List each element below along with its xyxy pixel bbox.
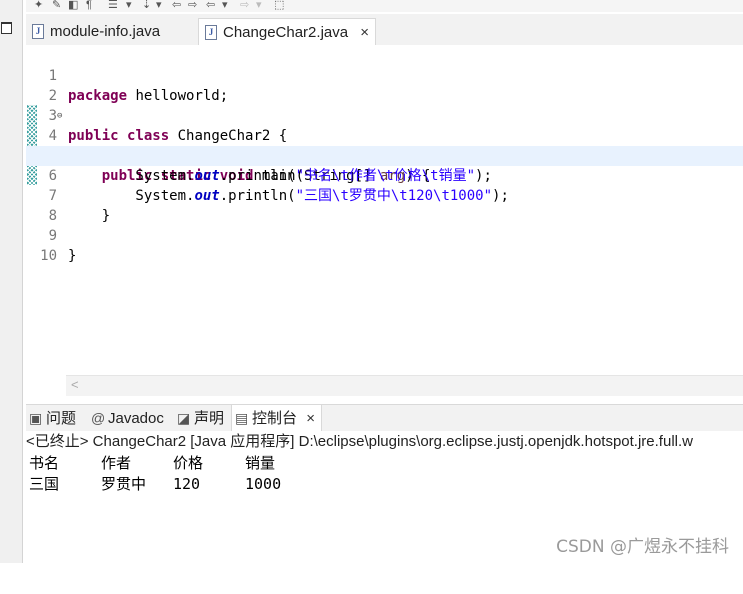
bookmark-icon[interactable]: ◧ bbox=[68, 0, 78, 11]
dropdown-icon[interactable]: ▾ bbox=[156, 0, 162, 11]
tab-label: module-info.java bbox=[50, 23, 161, 40]
close-icon[interactable]: × bbox=[306, 405, 315, 432]
code-line-4: 4 ⊖ public static void main(String[] arg… bbox=[26, 106, 743, 184]
tab-problems[interactable]: ▣ 问题 bbox=[26, 405, 84, 432]
scroll-left-icon[interactable]: < bbox=[71, 377, 79, 392]
code-line-6: 6 System.out.println("三国\t罗贯中\t120\t1000… bbox=[26, 146, 743, 204]
dropdown-icon[interactable]: ▾ bbox=[256, 0, 262, 11]
tab-declaration[interactable]: ◪ 声明 bbox=[174, 405, 230, 432]
code-line-5: 5 System.out.println("书名\t作者\t价格\t销量"); bbox=[49, 148, 492, 184]
console-process-label: <已终止> ChangeChar2 [Java 应用程序] D:\eclipse… bbox=[26, 431, 743, 453]
back-history-icon[interactable]: ⇦ bbox=[206, 0, 215, 11]
forward-icon[interactable]: ⇨ bbox=[188, 0, 197, 11]
horizontal-scrollbar[interactable]: < bbox=[66, 375, 743, 396]
javadoc-icon: @ bbox=[91, 410, 106, 426]
main-toolbar: ✦ ✎ ◧ ¶ ☰ ▾ ⇣ ▾ ⇦ ⇨ ⇦ ▾ ⇨ ▾ ⬚ bbox=[26, 0, 743, 12]
code-line-8: 8 bbox=[48, 208, 57, 224]
tab-javadoc[interactable]: @ Javadoc bbox=[88, 405, 172, 432]
pin-icon[interactable]: ✦ bbox=[34, 0, 43, 11]
bottom-panel-tab-bar: ▣ 问题 @ Javadoc ◪ 声明 ▤ 控制台 × bbox=[26, 404, 743, 433]
problems-icon: ▣ bbox=[29, 410, 43, 426]
forward-history-icon[interactable]: ⇨ bbox=[240, 0, 249, 11]
close-icon[interactable]: × bbox=[360, 19, 369, 46]
code-line-10: 10 bbox=[40, 248, 57, 264]
java-file-icon: J bbox=[205, 25, 217, 40]
java-file-icon: J bbox=[32, 24, 44, 39]
code-editor[interactable]: 1 package helloworld; 2 3 public class C… bbox=[26, 45, 743, 397]
code-line-1: 1 package helloworld; bbox=[48, 68, 229, 104]
code-line-7: 7 } bbox=[48, 188, 111, 224]
code-line-2: 2 bbox=[48, 88, 57, 104]
maximize-icon[interactable] bbox=[1, 22, 12, 34]
tab-label: ChangeChar2.java bbox=[223, 24, 349, 41]
back-icon[interactable]: ⇦ bbox=[172, 0, 181, 11]
editor-tab-bar: J module-info.java J ChangeChar2.java × bbox=[26, 14, 743, 46]
console-output-line: 三国 罗贯中 120 1000 bbox=[29, 475, 282, 493]
code-line-3: 3 public class ChangeChar2 { bbox=[48, 108, 288, 144]
dropdown-icon[interactable]: ▾ bbox=[222, 0, 228, 11]
console-output-line: 书名 作者 价格 销量 bbox=[29, 454, 276, 472]
left-side-panel bbox=[0, 0, 23, 563]
dropdown-icon[interactable]: ▾ bbox=[126, 0, 132, 11]
tab-module-info[interactable]: J module-info.java bbox=[26, 18, 198, 45]
show-whitespace-icon[interactable]: ¶ bbox=[86, 0, 92, 11]
tab-console[interactable]: ▤ 控制台 × bbox=[231, 405, 322, 432]
open-file-icon[interactable]: ⬚ bbox=[274, 0, 284, 11]
next-annotation-icon[interactable]: ⇣ bbox=[142, 0, 151, 11]
annotation-icon[interactable]: ☰ bbox=[108, 0, 118, 11]
declaration-icon: ◪ bbox=[177, 410, 191, 426]
console-icon: ▤ bbox=[235, 410, 249, 426]
watermark: CSDN @广煜永不挂科 bbox=[556, 537, 729, 557]
tab-changechar2[interactable]: J ChangeChar2.java × bbox=[198, 18, 376, 45]
highlight-icon[interactable]: ✎ bbox=[52, 0, 61, 11]
code-line-9: 9 } bbox=[48, 228, 77, 264]
fold-collapse-icon[interactable]: ⊖ bbox=[57, 106, 62, 126]
